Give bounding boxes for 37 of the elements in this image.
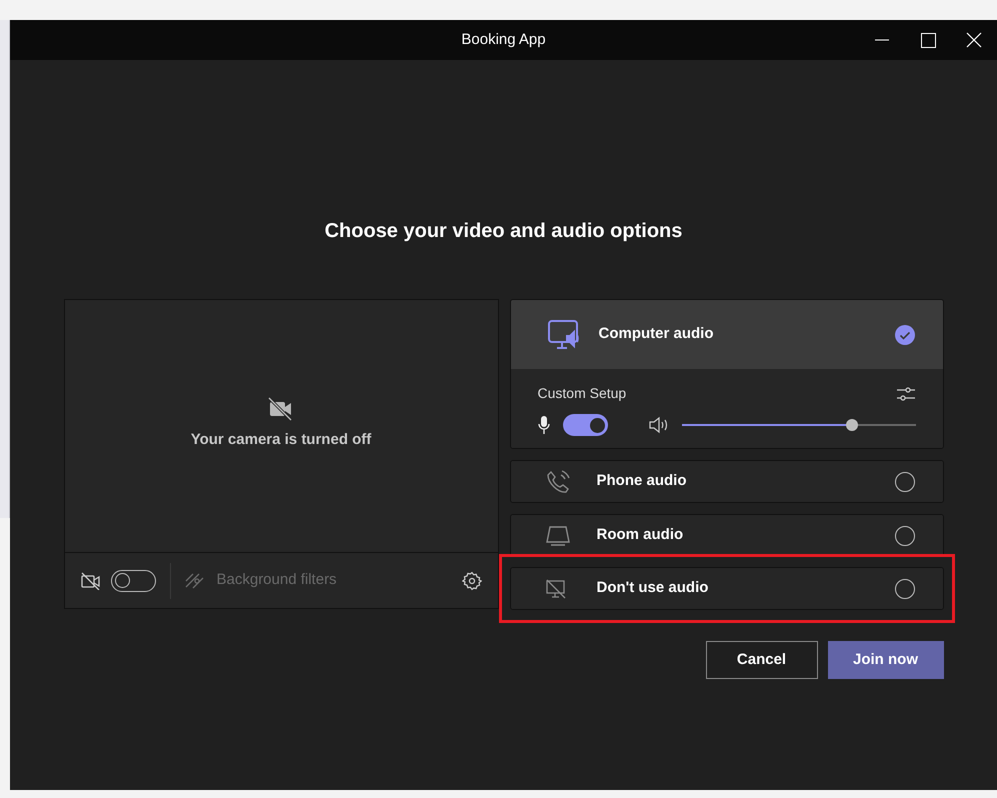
join-button[interactable]: Join now — [828, 641, 944, 679]
maximize-icon — [920, 32, 936, 48]
check-circle-icon[interactable] — [894, 324, 914, 344]
background-effects-icon — [184, 572, 204, 588]
audio-option[interactable]: Phone audio — [510, 461, 942, 502]
audio-option[interactable]: Room audio — [510, 515, 942, 556]
option-label: Computer audio — [598, 324, 714, 344]
microphone-icon — [538, 416, 550, 434]
camera-off-icon — [80, 572, 100, 590]
dialog-heading: Choose your video and audio options — [324, 219, 682, 244]
speaker-icon — [648, 416, 668, 434]
camera-toggle[interactable] — [110, 570, 156, 592]
option-label: Room audio — [596, 525, 684, 546]
microphone-toggle[interactable] — [562, 414, 608, 436]
camera-off-icon — [268, 396, 294, 421]
cancel-button[interactable]: Cancel — [706, 641, 818, 679]
settings-button[interactable] — [462, 570, 482, 590]
speaker-device-icon — [544, 524, 570, 548]
monitor-speaker-icon — [546, 318, 580, 352]
minimize-icon — [875, 39, 889, 41]
monitor-muted-icon — [544, 578, 566, 600]
option-label: Phone audio — [596, 471, 688, 492]
phone-icon — [544, 468, 570, 494]
option-label: Don't use audio — [596, 578, 710, 598]
radio-button[interactable] — [894, 578, 914, 598]
volume-slider[interactable] — [682, 419, 916, 431]
setup-label: Custom Setup — [538, 384, 626, 403]
window-title: Booking App — [461, 30, 546, 50]
close-icon — [966, 32, 982, 48]
audio-option[interactable]: Computer audio — [510, 300, 942, 369]
radio-button[interactable] — [894, 526, 914, 546]
radio-button[interactable] — [894, 472, 914, 492]
camera-off-message: Your camera is turned off — [190, 430, 372, 450]
settings-icon — [462, 570, 482, 590]
sliders-icon[interactable] — [896, 386, 916, 402]
volume-thumb[interactable] — [846, 419, 858, 431]
audio-option[interactable]: Don't use audio — [510, 568, 942, 609]
